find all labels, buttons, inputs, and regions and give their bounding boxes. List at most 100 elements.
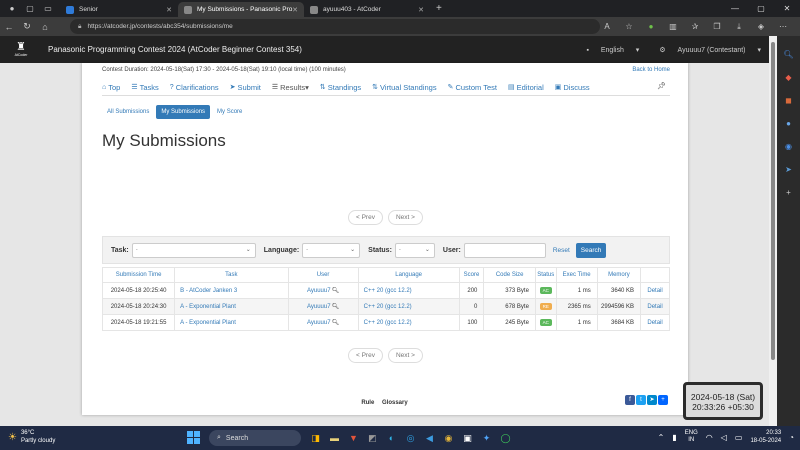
tab-editorial[interactable]: ▤ Editorial: [508, 83, 544, 92]
language-link[interactable]: C++ 20 (gcc 12.2): [364, 304, 412, 310]
status-filter-select[interactable]: - ⌄: [394, 242, 435, 258]
column-header[interactable]: Code Size: [483, 267, 536, 283]
maximize-icon[interactable]: ▢: [748, 0, 774, 17]
tab-results[interactable]: ☰ Results ▾: [272, 83, 309, 92]
read-aloud-icon[interactable]: A: [596, 22, 618, 31]
more-options-icon[interactable]: ⋯: [772, 22, 794, 31]
language-link[interactable]: C++ 20 (gcc 12.2): [364, 320, 412, 326]
close-window-icon[interactable]: ✕: [774, 0, 800, 17]
new-tab-icon[interactable]: +: [436, 3, 442, 14]
tab-my-submissions[interactable]: My Submissions: [156, 105, 211, 119]
next-page-button[interactable]: Next >: [387, 210, 423, 225]
chrome-icon[interactable]: ◉: [439, 430, 458, 446]
column-header[interactable]: Language: [357, 267, 460, 283]
wifi-icon[interactable]: ◠: [706, 433, 713, 442]
store-icon[interactable]: ▣: [458, 430, 477, 446]
tools-icon[interactable]: ◼: [777, 96, 800, 105]
search-sidebar-icon[interactable]: 🔍︎: [777, 50, 800, 59]
back-icon[interactable]: ←: [0, 22, 18, 32]
column-header[interactable]: Status: [534, 267, 557, 283]
close-icon[interactable]: ✕: [166, 6, 172, 14]
vscode-icon[interactable]: ◀: [420, 430, 439, 446]
browser-tab-atcoder-user[interactable]: ayuuu403 - AtCoder ✕: [304, 2, 430, 17]
network-icon[interactable]: ▮: [672, 433, 676, 442]
detail-link[interactable]: Detail: [647, 320, 662, 326]
prev-page-button[interactable]: < Prev: [348, 210, 383, 225]
app-feather-icon[interactable]: ✦: [477, 430, 496, 446]
volume-icon[interactable]: ◁: [721, 433, 727, 442]
tab-clarifications[interactable]: ? Clarifications: [170, 83, 219, 92]
drop-icon[interactable]: ➤: [777, 165, 800, 174]
downloads-icon[interactable]: ⤓: [728, 22, 750, 32]
footer-link-rule[interactable]: Rule: [361, 400, 374, 406]
search-icon[interactable]: 🔍︎: [332, 304, 340, 310]
refresh-icon[interactable]: ↻: [18, 21, 36, 32]
user-link[interactable]: Ayuuuu7: [307, 304, 331, 310]
home-icon[interactable]: ⌂: [36, 22, 54, 32]
task-link[interactable]: B - AtCoder Janken 3: [180, 288, 237, 294]
tab-my-score[interactable]: My Score: [212, 105, 247, 119]
minimize-icon[interactable]: —: [722, 0, 748, 17]
status-badge[interactable]: AC: [539, 319, 552, 326]
tab-all-submissions[interactable]: All Submissions: [102, 105, 154, 119]
tab-top[interactable]: ⌂ Top: [102, 83, 120, 92]
copilot-icon[interactable]: ◈: [750, 22, 772, 31]
search-icon[interactable]: 🔍︎: [332, 288, 340, 294]
tab-standings[interactable]: ⇅ Standings: [320, 83, 361, 92]
browser-tab-my-submissions[interactable]: My Submissions - Panasonic Pro ✕: [178, 2, 304, 17]
chevron-up-icon[interactable]: ⌃: [658, 433, 665, 442]
footer-link-glossary[interactable]: Glossary: [382, 400, 408, 406]
split-screen-icon[interactable]: ▥: [662, 22, 684, 31]
detail-link[interactable]: Detail: [647, 304, 662, 310]
browser-tab-senior[interactable]: Senior ✕: [60, 2, 178, 17]
language-filter-select[interactable]: - ⌄: [302, 242, 361, 258]
input-language[interactable]: ENG IN: [685, 430, 698, 444]
atcoder-logo[interactable]: ♜ AtCoder: [8, 39, 34, 61]
task-link[interactable]: A - Exponential Plant: [180, 320, 236, 326]
next-page-button[interactable]: Next >: [387, 348, 423, 363]
profile-icon[interactable]: ●: [6, 3, 18, 15]
tab-actions-icon[interactable]: ▭: [42, 3, 54, 15]
workspaces-icon[interactable]: ▢: [24, 3, 36, 15]
language-selector[interactable]: ▪ English ▾: [576, 46, 639, 54]
close-icon[interactable]: ✕: [292, 6, 298, 14]
column-header[interactable]: Memory: [596, 267, 642, 283]
favorite-star-icon[interactable]: ☆: [618, 22, 640, 31]
lock-icon[interactable]: 🔒︎: [78, 23, 81, 31]
tab-custom-test[interactable]: ✎ Custom Test: [448, 83, 497, 92]
taskbar-search[interactable]: ⌕ Search: [209, 430, 301, 446]
task-link[interactable]: A - Exponential Plant: [180, 304, 236, 310]
tab-submit[interactable]: ➤ Submit: [230, 83, 261, 92]
detail-link[interactable]: Detail: [647, 288, 662, 294]
search-button[interactable]: Search: [575, 242, 607, 258]
extension-icon[interactable]: ●: [640, 22, 662, 31]
favorites-icon[interactable]: ✰: [684, 22, 706, 31]
pin-icon[interactable]: 📌︎: [657, 82, 666, 90]
url-input[interactable]: 🔒︎ https://atcoder.jp/contests/abc354/su…: [70, 19, 600, 34]
user-filter-input[interactable]: [463, 242, 546, 258]
app-icon[interactable]: ◩: [363, 430, 382, 446]
contest-name[interactable]: Panasonic Programming Contest 2024 (AtCo…: [48, 45, 302, 54]
reset-link[interactable]: Reset: [553, 247, 570, 254]
widgets-icon[interactable]: ◨: [306, 430, 325, 446]
weather-widget[interactable]: ☀ 36°C Partly cloudy: [8, 429, 55, 445]
column-header[interactable]: Exec Time: [555, 267, 598, 283]
taskbar-clock[interactable]: 20:33 18-05-2024: [750, 429, 781, 445]
column-header[interactable]: User: [287, 267, 359, 283]
file-explorer-icon[interactable]: ▬: [325, 430, 344, 446]
user-link[interactable]: Ayuuuu7: [307, 288, 331, 294]
language-link[interactable]: C++ 20 (gcc 12.2): [364, 288, 412, 294]
status-badge[interactable]: AC: [539, 287, 552, 294]
column-header[interactable]: Submission Time: [101, 267, 176, 283]
tab-tasks[interactable]: ☰ Tasks: [131, 83, 158, 92]
windows-start-icon[interactable]: [187, 431, 200, 444]
page-scrollbar[interactable]: [769, 36, 777, 426]
scrollbar-thumb[interactable]: [771, 42, 775, 360]
copilot-app-icon[interactable]: ◐: [382, 430, 401, 446]
notifications-icon[interactable]: ◔: [789, 433, 794, 442]
collections-icon[interactable]: ❐: [706, 22, 728, 31]
column-header[interactable]: Task: [174, 267, 289, 283]
column-header[interactable]: Score: [458, 267, 485, 283]
tab-discuss[interactable]: ▣ Discuss: [555, 83, 590, 92]
task-filter-select[interactable]: - ⌄: [131, 242, 256, 258]
